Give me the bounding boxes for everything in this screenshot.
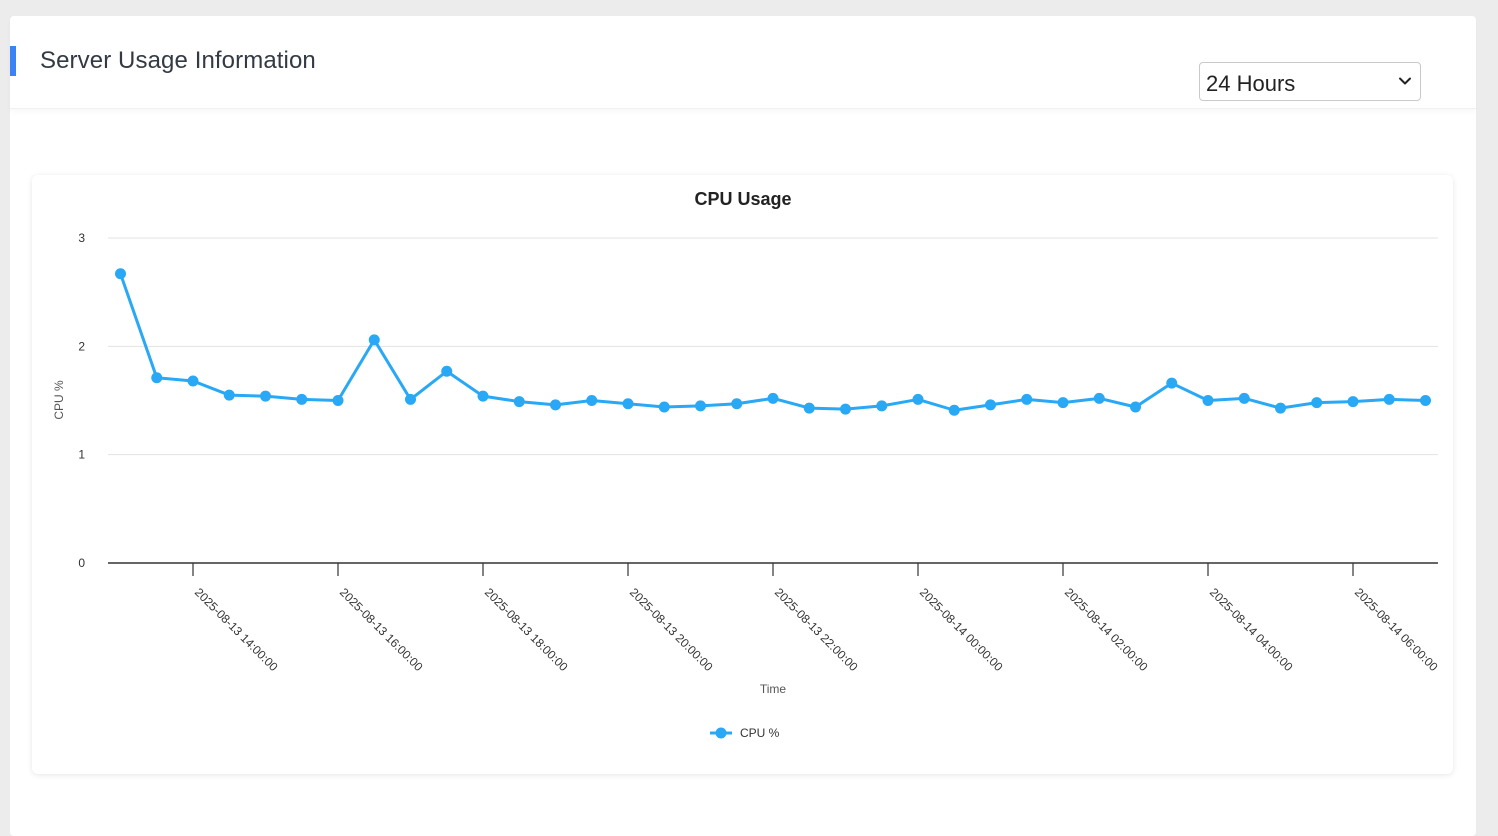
chart-legend[interactable]: CPU % — [710, 726, 780, 740]
x-axis-title: Time — [760, 682, 787, 696]
series-line-cpu — [119, 273, 1426, 412]
page-title: Server Usage Information — [40, 47, 316, 74]
data-point[interactable] — [513, 396, 525, 408]
data-point[interactable] — [1311, 397, 1323, 409]
panel-header: Server Usage Information 24 Hours — [10, 16, 1476, 109]
data-point[interactable] — [296, 393, 308, 405]
x-tick-label: 2025-08-13 22:00:00 — [772, 585, 861, 674]
data-point[interactable] — [441, 365, 453, 377]
y-axis-title: CPU % — [52, 380, 66, 420]
x-tick-label: 2025-08-13 16:00:00 — [337, 585, 426, 674]
x-tick-label: 2025-08-13 20:00:00 — [627, 585, 716, 674]
cpu-usage-chart: CPU Usage 0123 2025-08-13 14:00:00 2025-0… — [52, 189, 1441, 740]
data-point[interactable] — [803, 402, 815, 414]
y-tick-label: 3 — [78, 231, 85, 245]
data-point[interactable] — [260, 390, 271, 402]
chart-title: CPU Usage — [694, 189, 791, 209]
data-point[interactable] — [223, 389, 235, 401]
x-tick-label: 2025-08-13 14:00:00 — [192, 585, 281, 674]
data-point[interactable] — [151, 372, 163, 384]
x-tick-label: 2025-08-14 02:00:00 — [1062, 585, 1151, 674]
data-point[interactable] — [115, 268, 126, 280]
data-point[interactable] — [985, 399, 996, 411]
data-point[interactable] — [187, 375, 199, 387]
data-point[interactable] — [658, 401, 670, 413]
page-scrollbar-track[interactable] — [1477, 0, 1498, 816]
data-point[interactable] — [1166, 377, 1178, 389]
data-point[interactable] — [1130, 401, 1141, 413]
y-tick-label: 0 — [78, 556, 85, 570]
x-axis: 2025-08-13 14:00:00 2025-08-13 16:00:00 20… — [108, 562, 1441, 674]
data-point[interactable] — [876, 400, 888, 412]
y-axis-ticks: 0 1 2 3 — [78, 231, 85, 570]
cpu-usage-chart-card: CPU Usage 0123 2025-08-13 14:00:00 2025-0… — [32, 175, 1453, 774]
data-point[interactable] — [1202, 395, 1214, 406]
legend-label-cpu: CPU % — [740, 726, 780, 740]
data-point[interactable] — [948, 404, 960, 416]
data-point[interactable] — [1057, 397, 1069, 409]
server-usage-panel: Server Usage Information 24 Hours CPU Us… — [10, 16, 1476, 836]
series-cpu — [115, 268, 1431, 416]
data-point[interactable] — [1093, 392, 1105, 404]
data-point[interactable] — [1420, 395, 1431, 406]
data-point[interactable] — [1021, 393, 1033, 405]
time-range-value: 24 Hours — [1206, 71, 1296, 96]
data-point[interactable] — [405, 393, 416, 405]
time-range-select[interactable]: 24 Hours — [1199, 62, 1421, 101]
chart-grid — [108, 237, 1438, 456]
data-point[interactable] — [622, 398, 634, 410]
data-point[interactable] — [332, 395, 344, 406]
x-tick-label: 2025-08-14 04:00:00 — [1207, 585, 1296, 674]
data-point[interactable] — [550, 399, 561, 411]
x-tick-label: 2025-08-13 18:00:00 — [482, 585, 571, 674]
data-point[interactable] — [695, 400, 706, 412]
data-point[interactable] — [1383, 393, 1395, 405]
data-point[interactable] — [840, 403, 851, 415]
data-point[interactable] — [368, 334, 380, 346]
data-point[interactable] — [1275, 402, 1286, 414]
y-tick-label: 2 — [78, 339, 85, 353]
x-tick-label: 2025-08-14 06:00:00 — [1352, 585, 1441, 674]
chevron-down-icon — [1399, 77, 1411, 85]
data-point[interactable] — [912, 393, 924, 405]
data-point[interactable] — [586, 395, 598, 406]
data-point[interactable] — [767, 392, 779, 404]
y-tick-label: 1 — [78, 448, 85, 462]
data-point[interactable] — [1238, 392, 1250, 404]
data-point[interactable] — [477, 390, 489, 402]
title-accent-bar — [10, 46, 16, 76]
x-tick-label: 2025-08-14 00:00:00 — [917, 585, 1006, 674]
legend-marker-cpu — [715, 727, 727, 739]
data-point[interactable] — [731, 398, 743, 410]
data-point[interactable] — [1347, 396, 1359, 408]
